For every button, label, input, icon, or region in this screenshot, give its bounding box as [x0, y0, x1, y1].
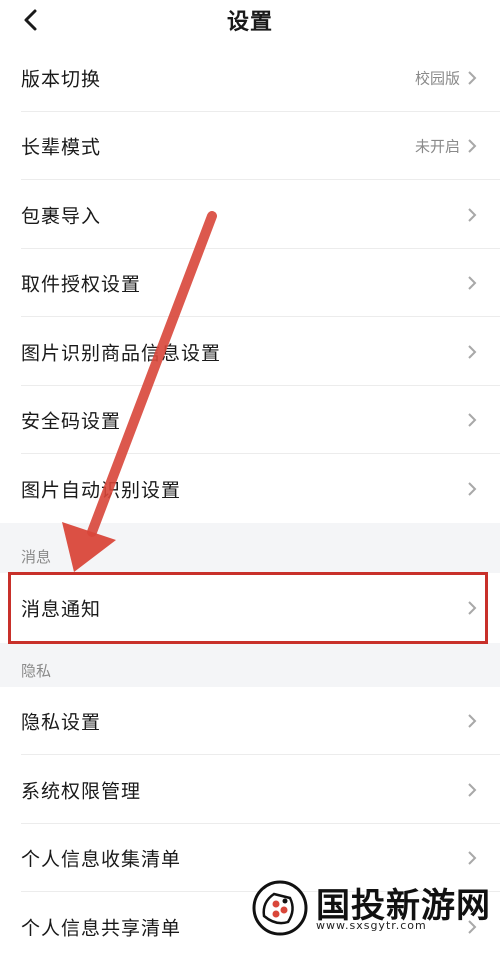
divider: [21, 179, 500, 180]
section-title: 消息: [21, 548, 52, 566]
page-title: 设置: [226, 10, 273, 35]
chevron-right-icon: [468, 601, 477, 615]
row-label: 安全码设置: [21, 410, 122, 433]
row-image-auto-recognition[interactable]: 图片自动识别设置: [0, 455, 500, 523]
row-privacy-settings[interactable]: 隐私设置: [0, 687, 500, 755]
row-pickup-auth[interactable]: 取件授权设置: [0, 249, 500, 317]
section-header-privacy: 隐私: [0, 643, 500, 687]
chevron-right-icon: [468, 714, 477, 728]
row-label: 版本切换: [21, 68, 102, 91]
chevron-right-icon: [468, 482, 477, 496]
row-label: 个人信息共享清单: [21, 917, 182, 940]
row-label: 个人信息收集清单: [21, 848, 182, 871]
chevron-right-icon: [468, 276, 477, 290]
chevron-right-icon: [468, 139, 477, 153]
divider: [21, 754, 500, 755]
row-message-notification[interactable]: 消息通知: [0, 573, 500, 643]
section-header-messages: 消息: [0, 523, 500, 573]
row-label: 图片识别商品信息设置: [21, 342, 222, 365]
dice-logo-icon: [252, 880, 308, 936]
chevron-right-icon: [468, 208, 477, 222]
row-label: 隐私设置: [21, 711, 102, 734]
row-label: 长辈模式: [21, 136, 102, 159]
row-label: 取件授权设置: [21, 273, 142, 296]
row-label: 图片自动识别设置: [21, 479, 182, 502]
chevron-right-icon: [468, 851, 477, 865]
chevron-right-icon: [468, 71, 477, 85]
row-label: 消息通知: [21, 598, 102, 621]
chevron-right-icon: [468, 345, 477, 359]
row-version-switch[interactable]: 版本切换 校园版: [0, 44, 500, 112]
divider: [21, 453, 500, 454]
row-image-product-recognition[interactable]: 图片识别商品信息设置: [0, 318, 500, 386]
header-bar: 设置: [0, 0, 500, 42]
row-package-import[interactable]: 包裹导入: [0, 181, 500, 249]
row-value: 校园版: [414, 69, 460, 88]
divider: [21, 316, 500, 317]
watermark-url: www.sxsgytr.com: [316, 919, 427, 932]
row-system-permissions[interactable]: 系统权限管理: [0, 756, 500, 824]
row-elder-mode[interactable]: 长辈模式 未开启: [0, 112, 500, 180]
chevron-right-icon: [468, 413, 477, 427]
chevron-right-icon: [468, 783, 477, 797]
row-label: 系统权限管理: [21, 780, 142, 803]
watermark-logo: 国投新游网 www.sxsgytr.com: [252, 878, 492, 938]
row-security-code[interactable]: 安全码设置: [0, 386, 500, 454]
row-label: 包裹导入: [21, 205, 102, 228]
row-value: 未开启: [414, 137, 460, 156]
section-title: 隐私: [21, 662, 52, 680]
